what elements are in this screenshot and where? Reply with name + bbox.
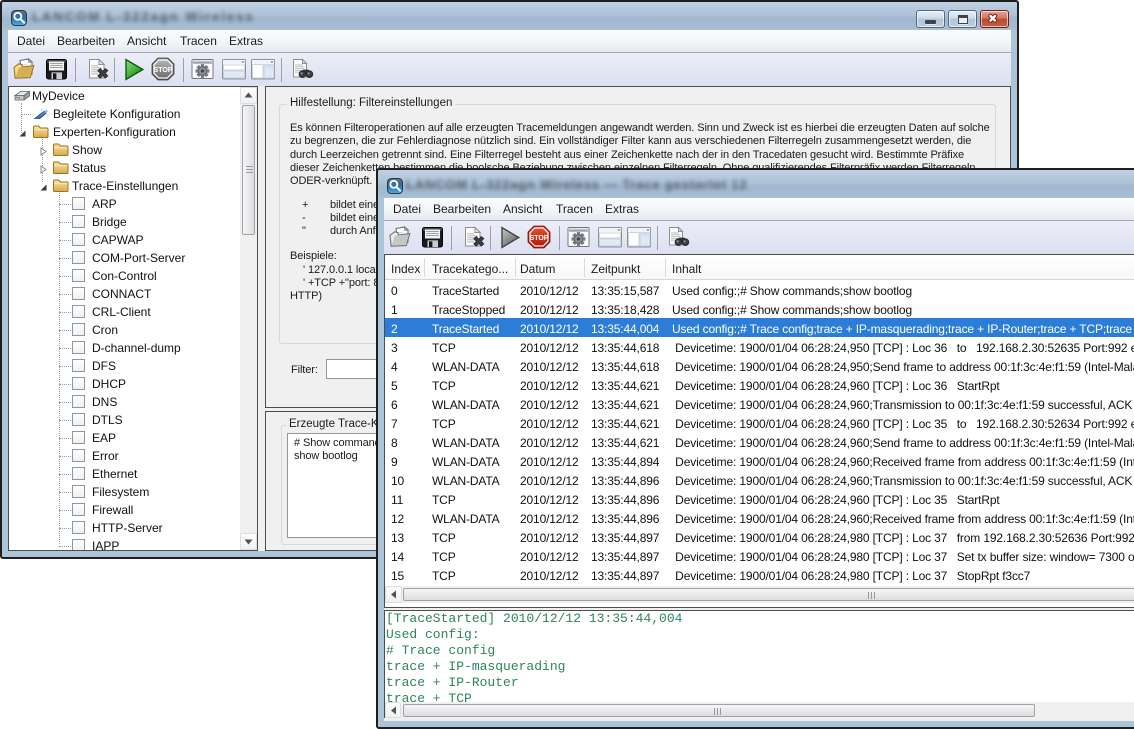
svg-text:STOP: STOP — [154, 67, 173, 74]
svg-text:STOP: STOP — [530, 235, 549, 242]
